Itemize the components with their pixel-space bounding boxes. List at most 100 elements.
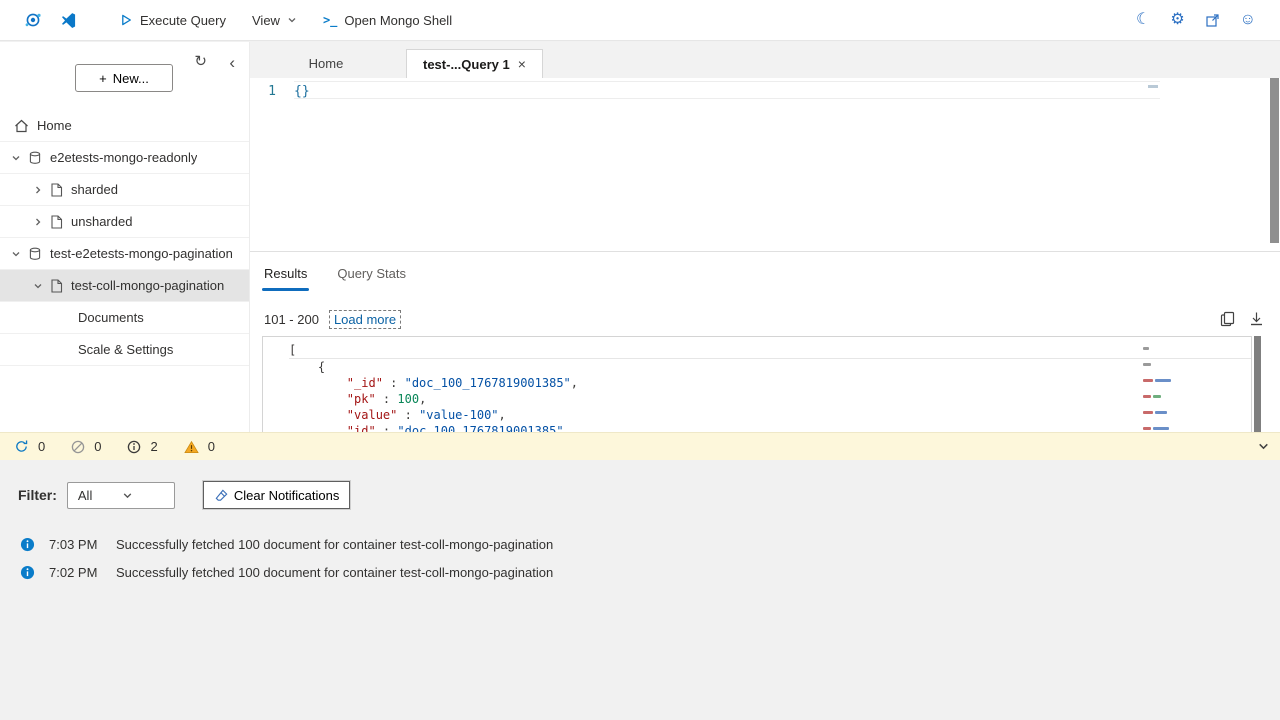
sidebar-item-label: unsharded <box>71 214 132 229</box>
filter-row: Filter: All Clear Notifications <box>18 481 350 509</box>
tab-query[interactable]: test-...Query 1 × <box>406 49 543 78</box>
chevron-down-icon <box>287 15 297 25</box>
notification-message: Successfully fetched 100 document for co… <box>116 565 553 580</box>
topbar-right-actions: ☾ ⚙ ☺ <box>1136 12 1256 28</box>
chevron-down-icon <box>30 281 46 291</box>
sidebar: ↻ ‹ + New... Home e2etests-mongo-readonl… <box>0 42 250 432</box>
execute-query-label: Execute Query <box>140 13 226 28</box>
open-mongo-shell-button[interactable]: >_ Open Mongo Shell <box>323 13 452 28</box>
cosmosdb-logo-icon[interactable] <box>24 11 42 29</box>
chevron-down-icon <box>8 153 24 163</box>
chevron-down-icon[interactable] <box>1257 440 1270 453</box>
sidebar-item-scale-settings[interactable]: Scale & Settings <box>0 334 249 366</box>
notification-time: 7:02 PM <box>49 565 101 580</box>
refresh-icon[interactable]: ↻ <box>194 54 207 69</box>
json-line: "id" : "doc_100_1767819001385", <box>289 423 1251 432</box>
play-icon <box>119 13 133 27</box>
sidebar-item-label: Home <box>37 118 72 133</box>
info-icon <box>20 537 35 552</box>
minimap <box>1143 347 1183 432</box>
status-blocked-count: 0 <box>94 439 101 454</box>
tab-label: test-...Query 1 <box>423 57 510 72</box>
chevron-right-icon <box>30 217 46 227</box>
download-icon[interactable] <box>1249 311 1264 327</box>
database-icon <box>28 151 42 165</box>
filter-dropdown[interactable]: All <box>67 482 175 509</box>
terminal-icon: >_ <box>323 13 337 27</box>
gear-icon[interactable]: ⚙ <box>1170 12 1184 28</box>
status-warning[interactable]: 0 <box>184 439 215 454</box>
sidebar-item-db-pagination[interactable]: test-e2etests-mongo-pagination <box>0 238 249 270</box>
results-pane: Results Query Stats 101 - 200 Load more … <box>250 251 1280 432</box>
status-running-count: 0 <box>38 439 45 454</box>
home-icon <box>14 119 29 133</box>
sidebar-item-unsharded[interactable]: unsharded <box>0 206 249 238</box>
json-line: "value" : "value-100", <box>289 407 1251 423</box>
sidebar-item-documents[interactable]: Documents <box>0 302 249 334</box>
chevron-down-icon <box>122 490 166 501</box>
execute-query-button[interactable]: Execute Query <box>119 13 226 28</box>
collection-icon <box>50 215 63 229</box>
main-pane: Home test-...Query 1 × 1 {} Results Quer… <box>250 42 1280 432</box>
status-warning-count: 0 <box>208 439 215 454</box>
sync-icon <box>14 439 29 454</box>
database-icon <box>28 247 42 261</box>
sidebar-item-label: sharded <box>71 182 118 197</box>
status-info[interactable]: 2 <box>127 439 157 454</box>
tab-query-stats[interactable]: Query Stats <box>337 266 406 291</box>
notification-time: 7:03 PM <box>49 537 101 552</box>
sidebar-item-sharded[interactable]: sharded <box>0 174 249 206</box>
notifications-status-bar: 0 0 2 0 <box>0 432 1280 460</box>
clear-notifications-label: Clear Notifications <box>234 488 340 503</box>
sidebar-item-test-coll[interactable]: test-coll-mongo-pagination <box>0 270 249 302</box>
results-tab-strip: Results Query Stats <box>250 252 1280 291</box>
clear-icon <box>214 488 229 503</box>
sidebar-item-label: e2etests-mongo-readonly <box>50 150 197 165</box>
sidebar-item-label: test-e2etests-mongo-pagination <box>50 246 233 261</box>
view-dropdown[interactable]: View <box>252 13 297 28</box>
query-editor[interactable]: 1 {} <box>250 78 1280 251</box>
sidebar-item-home[interactable]: Home <box>0 110 249 142</box>
moon-icon[interactable]: ☾ <box>1136 12 1150 28</box>
results-actions <box>1220 311 1264 327</box>
notification-message: Successfully fetched 100 document for co… <box>116 537 553 552</box>
json-line: "_id" : "doc_100_1767819001385", <box>289 375 1251 391</box>
json-line: [ <box>289 342 1251 359</box>
smiley-icon[interactable]: ☺ <box>1240 12 1256 28</box>
new-button[interactable]: + New... <box>75 64 173 92</box>
plus-icon: + <box>99 71 107 86</box>
notifications-panel: Filter: All Clear Notifications 7:03 PM … <box>0 460 1280 720</box>
results-range: 101 - 200 <box>264 312 319 327</box>
vscode-logo-icon[interactable] <box>60 12 77 29</box>
info-icon <box>127 440 141 454</box>
collapse-sidebar-icon[interactable]: ‹ <box>229 54 235 71</box>
results-json-view[interactable]: [ { "_id" : "doc_100_1767819001385", "pk… <box>262 336 1252 432</box>
tab-home[interactable]: Home <box>276 49 376 78</box>
editor-line: 1 {} <box>250 82 1260 100</box>
results-meta: 101 - 200 Load more <box>264 310 401 329</box>
collection-icon <box>50 183 63 197</box>
topbar: Execute Query View >_ Open Mongo Shell ☾… <box>0 0 1280 41</box>
load-more-link[interactable]: Load more <box>329 310 401 329</box>
close-icon[interactable]: × <box>518 56 526 72</box>
sidebar-item-db-readonly[interactable]: e2etests-mongo-readonly <box>0 142 249 174</box>
results-scrollbar[interactable] <box>1254 336 1261 432</box>
info-icon <box>20 565 35 580</box>
notification-row: 7:02 PM Successfully fetched 100 documen… <box>0 558 1280 586</box>
copy-icon[interactable] <box>1220 311 1235 327</box>
sidebar-toolbar: ↻ ‹ + New... <box>0 42 249 110</box>
editor-scrollbar[interactable] <box>1270 78 1279 243</box>
notification-list: 7:03 PM Successfully fetched 100 documen… <box>0 530 1280 586</box>
clear-notifications-button[interactable]: Clear Notifications <box>203 481 351 509</box>
sidebar-item-label: Scale & Settings <box>78 342 173 357</box>
open-mongo-shell-label: Open Mongo Shell <box>344 13 452 28</box>
status-running[interactable]: 0 <box>14 439 45 454</box>
open-in-new-icon[interactable] <box>1205 13 1220 28</box>
status-blocked[interactable]: 0 <box>71 439 101 454</box>
tab-results[interactable]: Results <box>264 266 307 291</box>
chevron-right-icon <box>30 185 46 195</box>
json-line: { <box>289 359 1251 375</box>
notification-row: 7:03 PM Successfully fetched 100 documen… <box>0 530 1280 558</box>
filter-value: All <box>78 488 122 503</box>
filter-label: Filter: <box>18 487 57 503</box>
